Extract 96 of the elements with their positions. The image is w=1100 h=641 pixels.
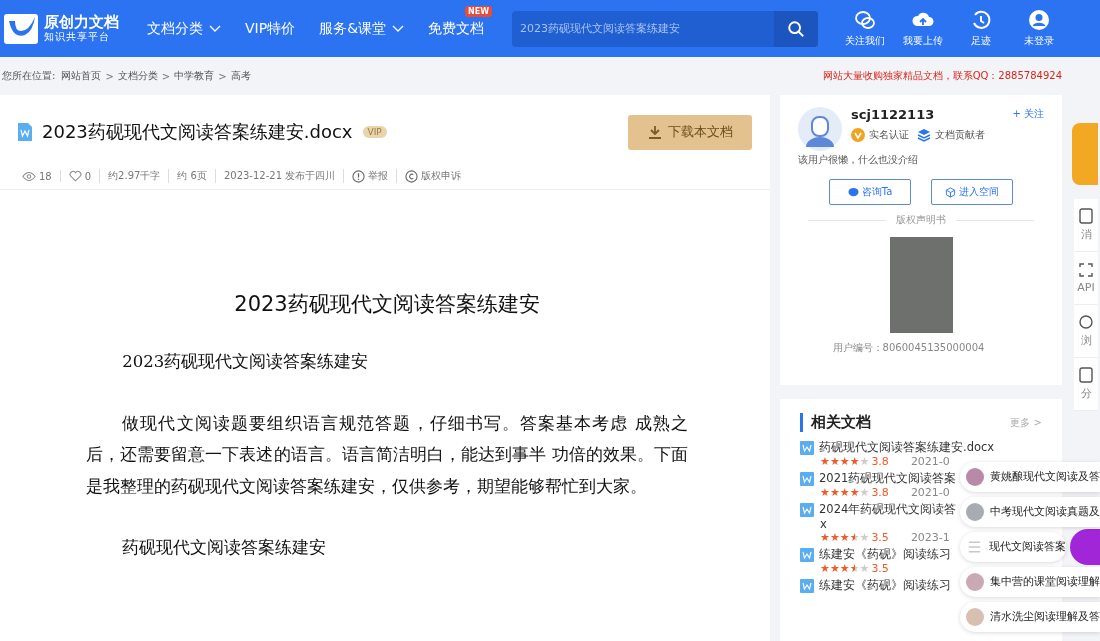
related-doc-link[interactable]: 练建安《药砚》阅读练习 — [819, 547, 951, 562]
chat-bubbles-icon — [854, 9, 877, 31]
chevron-icon — [209, 24, 221, 33]
new-badge: NEW — [465, 5, 493, 17]
consult-button[interactable]: 咨询Ta — [829, 179, 911, 205]
side-tool[interactable]: API — [1074, 252, 1098, 305]
vip-badge: VIP — [362, 126, 387, 138]
tool-icon — [1078, 208, 1094, 224]
suggestion-chip[interactable]: 现代文阅读答案 — [960, 532, 1066, 562]
warning-icon — [352, 169, 366, 183]
avatar-icon — [798, 107, 842, 151]
space-button[interactable]: 进入空间 — [931, 179, 1013, 205]
related-title: 相关文档 — [811, 413, 871, 432]
document-paragraph: 做现代文阅读题要组织语言规范答题，仔细书写。答案基本考虑 成熟之后，还需要留意一下表述的语言。语言简洁明白，能达到事半 功倍的效果。下面是我整理的药砚现代文阅读答案练建安，仅供参考，期望能够帮忙到大家。 — [86, 412, 688, 498]
history-icon — [970, 9, 993, 31]
related-doc-link[interactable]: 2024年药砚现代文阅读答 — [819, 502, 957, 517]
logo-title[interactable]: 原创力文档 — [44, 14, 119, 32]
statement-title: 版权声明书 — [895, 213, 947, 227]
rating-value: 3.5 — [871, 562, 889, 575]
meta-link[interactable]: 版权申诉 — [421, 169, 462, 183]
copyright-icon — [405, 169, 419, 183]
nav-link[interactable]: 免费文档 — [428, 19, 485, 38]
logo-icon — [3, 12, 39, 45]
header-action[interactable]: 关注我们 — [840, 9, 891, 48]
eye-icon — [22, 170, 36, 182]
breadcrumb-separator: > — [218, 70, 227, 82]
suggestion-chip[interactable]: 黄姚酿现代文阅读及答 — [960, 462, 1100, 492]
breadcrumb-link[interactable]: 文档分类 — [117, 69, 158, 83]
related-date: 2021-0 — [910, 486, 950, 499]
chevron-icon — [392, 24, 405, 33]
star-rating: ★★★★★ — [820, 455, 870, 468]
document-paragraph: 药砚现代文阅读答案练建安 — [121, 537, 328, 559]
suggestion-chip[interactable]: 中考现代文阅读真题及 — [960, 497, 1100, 527]
download-icon — [647, 125, 662, 139]
header-action[interactable]: 我要上传 — [898, 9, 949, 48]
breadcrumb-link[interactable]: 高考 — [230, 69, 251, 83]
related-doc-link[interactable]: 药砚现代文阅读答案练建安.docx — [819, 440, 995, 455]
heart-icon — [68, 170, 82, 182]
meta-text: 约2.97千字 — [108, 169, 161, 183]
side-tool[interactable]: 分 — [1074, 358, 1098, 411]
rating-value: 3.5 — [871, 531, 889, 544]
document-title: 2023药砚现代文阅读答案练建安.docx — [42, 120, 353, 144]
word-file-icon — [800, 547, 814, 562]
search-button[interactable] — [774, 10, 819, 47]
tool-icon — [1078, 367, 1094, 383]
cube-icon — [945, 186, 956, 198]
breadcrumb-separator: > — [161, 70, 171, 82]
side-tool[interactable]: 消 — [1074, 199, 1098, 252]
chat-icon — [847, 186, 859, 198]
word-file-icon — [800, 502, 814, 517]
breadcrumb-link[interactable]: 中学教育 — [174, 69, 215, 83]
user-icon — [1028, 9, 1051, 31]
tool-icon — [1078, 314, 1094, 330]
follow-link[interactable]: + 关注 — [1012, 107, 1044, 122]
meta-text: 约 6页 — [177, 169, 207, 183]
star-rating: ★★★★★ — [820, 562, 870, 575]
breadcrumb-link[interactable]: 网站首页 — [61, 69, 102, 83]
author-badge-text: 实名认证 — [869, 128, 909, 142]
star-rating: ★★★★★ — [820, 486, 870, 499]
author-name[interactable]: scj1122113 — [851, 107, 935, 122]
nav-link[interactable]: 文档分类 — [147, 19, 221, 38]
side-tool[interactable]: 浏 — [1074, 305, 1098, 358]
rating-value: 3.8 — [871, 486, 889, 499]
star-rating: ★★★★★ — [820, 531, 870, 544]
meta-text: 18 — [39, 170, 52, 182]
related-date: 2021-0 — [910, 455, 950, 468]
notice-text: 网站大量收购独家精品文档，联系QQ：2885784924 — [822, 69, 1062, 83]
download-button[interactable]: 下载本文档 — [628, 114, 752, 150]
meta-text: 0 — [84, 170, 92, 182]
author-badge-text: 文档贡献者 — [935, 128, 985, 142]
search-icon — [787, 19, 806, 38]
nav-link[interactable]: VIP特价 — [245, 19, 296, 38]
document-heading: 2023药砚现代文阅读答案练建安 — [233, 291, 541, 318]
header-action[interactable]: 未登录 — [1014, 9, 1065, 48]
logo-subtitle: 知识共享平台 — [44, 31, 111, 43]
user-id: 用户编号：8060045135000004 — [831, 341, 986, 355]
breadcrumb-separator: > — [105, 70, 114, 82]
meta-text: 2023-12-21 发布于四川 — [223, 169, 336, 183]
related-date: 2023-1 — [910, 531, 950, 544]
author-bio: 该用户很懒，什么也没介绍 — [798, 153, 919, 167]
breadcrumb-label: 您所在位置: — [2, 69, 56, 83]
suggestion-chip[interactable]: 清水洗尘阅读理解及答 — [960, 602, 1100, 632]
header-action[interactable]: 足迹 — [956, 9, 1007, 48]
tool-icon — [1078, 262, 1094, 278]
suggestion-chip[interactable]: 集中营的课堂阅读理解 — [960, 567, 1100, 597]
layers-icon — [917, 128, 931, 142]
word-file-icon — [18, 123, 32, 141]
word-file-icon — [800, 578, 814, 593]
nav-link[interactable]: 服务&课堂 — [319, 19, 405, 38]
meta-link[interactable]: 举报 — [368, 169, 389, 183]
related-doc-link[interactable]: 2021药砚现代文阅读答案 — [819, 471, 957, 486]
word-file-icon — [800, 440, 814, 455]
rating-value: 3.8 — [871, 455, 889, 468]
word-file-icon — [800, 471, 814, 486]
document-paragraph: 2023药砚现代文阅读答案练建安 — [121, 351, 370, 373]
related-doc-link[interactable]: 练建安《药砚》阅读练习 — [819, 578, 951, 593]
